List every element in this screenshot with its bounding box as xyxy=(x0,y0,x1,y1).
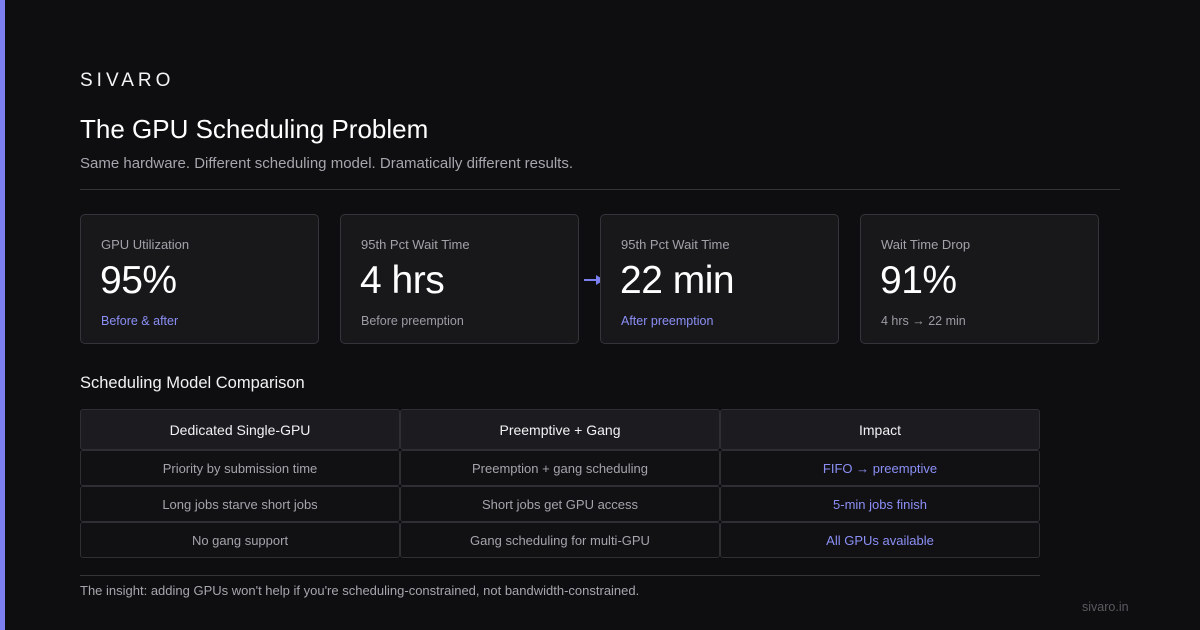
table-cell-impact: 5-min jobs finish xyxy=(720,486,1040,522)
page-title: The GPU Scheduling Problem xyxy=(80,114,429,144)
metric-note: Before & after xyxy=(101,314,179,328)
metric-label: 95th Pct Wait Time xyxy=(361,237,470,252)
metric-label: Wait Time Drop xyxy=(881,237,971,252)
metric-value: 4 hrs xyxy=(360,259,445,302)
brand-logo: SIVARO xyxy=(80,70,175,91)
metric-card-wait-before: 95th Pct Wait Time 4 hrs Before preempti… xyxy=(340,214,579,344)
table-cell-impact: FIFO → preemptive xyxy=(720,450,1040,486)
table-cell: Long jobs starve short jobs xyxy=(80,486,400,522)
metric-card-wait-drop: Wait Time Drop 91% 4 hrs → 22 min xyxy=(860,214,1099,344)
table-cell: Short jobs get GPU access xyxy=(400,486,720,522)
metric-note: Before preemption xyxy=(361,314,464,328)
comparison-title: Scheduling Model Comparison xyxy=(80,374,305,392)
metric-note: 4 hrs → 22 min xyxy=(881,314,966,328)
footer-url[interactable]: sivaro.in xyxy=(1082,600,1129,614)
accent-bar xyxy=(0,0,5,630)
table-cell: Preemption + gang scheduling xyxy=(400,450,720,486)
table-cell-impact: All GPUs available xyxy=(720,522,1040,558)
table-cell: Priority by submission time xyxy=(80,450,400,486)
table-header-preemptive: Preemptive + Gang xyxy=(400,409,720,450)
metric-note: After preemption xyxy=(621,314,714,328)
metric-value: 91% xyxy=(880,259,957,302)
insight-text: The insight: adding GPUs won't help if y… xyxy=(80,583,640,598)
metric-card-wait-after: 95th Pct Wait Time 22 min After preempti… xyxy=(600,214,839,344)
metric-value: 22 min xyxy=(620,259,735,302)
table-cell: No gang support xyxy=(80,522,400,558)
table-header-dedicated: Dedicated Single-GPU xyxy=(80,409,400,450)
metric-value: 95% xyxy=(100,259,177,302)
metric-card-gpu-utilization: GPU Utilization 95% Before & after xyxy=(80,214,319,344)
table-cell: Gang scheduling for multi-GPU xyxy=(400,522,720,558)
metric-label: GPU Utilization xyxy=(101,237,190,252)
page-subtitle: Same hardware. Different scheduling mode… xyxy=(80,155,574,172)
header-divider xyxy=(80,189,1120,190)
footer-divider xyxy=(80,575,1040,576)
table-header-impact: Impact xyxy=(720,409,1040,450)
metric-label: 95th Pct Wait Time xyxy=(621,237,730,252)
